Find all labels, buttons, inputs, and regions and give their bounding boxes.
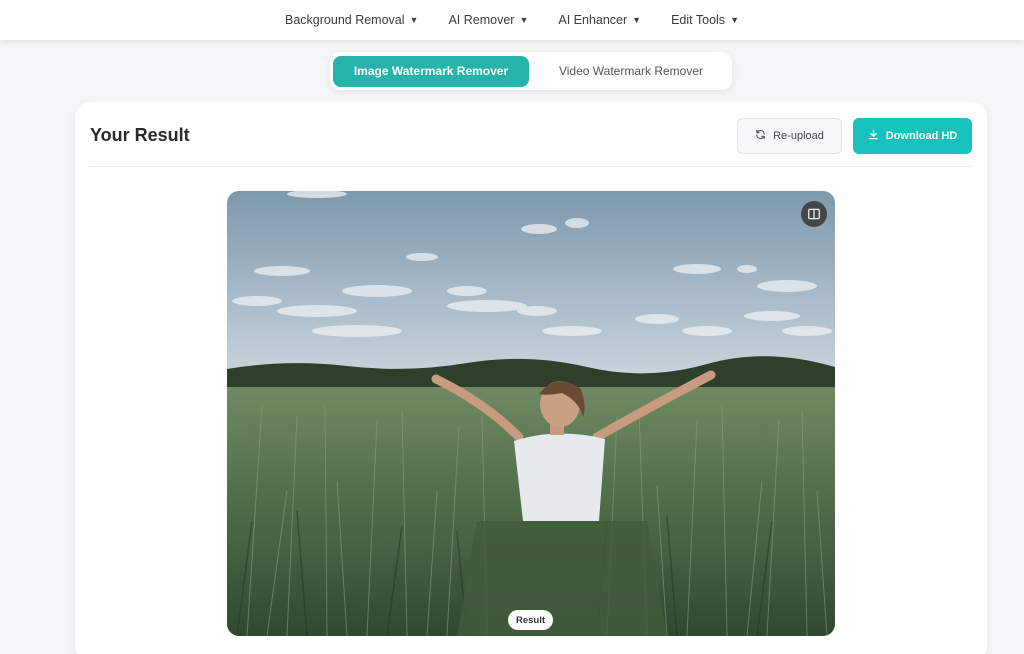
nav-item-label: AI Enhancer: [558, 13, 628, 27]
result-image: Result: [227, 191, 835, 636]
nav-item-label: Edit Tools: [671, 13, 726, 27]
caret-down-icon: ▼: [730, 15, 739, 25]
nav-item-edit-tools[interactable]: Edit Tools ▼: [671, 13, 739, 27]
refresh-icon: [755, 129, 766, 143]
result-title: Your Result: [90, 125, 190, 145]
caret-down-icon: ▼: [519, 15, 529, 25]
download-icon: [868, 129, 879, 143]
result-card: Your Result Re-upload Download HD Result: [75, 102, 987, 654]
result-photo: [227, 191, 835, 636]
compare-toggle-button[interactable]: [801, 201, 827, 227]
download-label: Download HD: [885, 130, 958, 142]
nav-item-label: Background Removal: [285, 13, 405, 27]
caret-down-icon: ▼: [632, 15, 642, 25]
tab-image-watermark-remover[interactable]: Image Watermark Remover: [333, 55, 529, 87]
mode-toggle: Image Watermark Remover Video Watermark …: [330, 52, 732, 90]
nav-item-ai-remover[interactable]: AI Remover ▼: [448, 13, 528, 27]
compare-split-icon: [807, 207, 821, 221]
header-divider: [90, 166, 972, 167]
nav-item-background-removal[interactable]: Background Removal ▼: [285, 13, 418, 27]
reupload-label: Re-upload: [773, 130, 824, 142]
result-badge: Result: [508, 610, 553, 630]
nav-item-ai-enhancer[interactable]: AI Enhancer ▼: [558, 13, 641, 27]
caret-down-icon: ▼: [409, 15, 419, 25]
top-navigation: Background Removal ▼ AI Remover ▼ AI Enh…: [0, 0, 1024, 40]
download-hd-button[interactable]: Download HD: [853, 118, 972, 154]
reupload-button[interactable]: Re-upload: [737, 118, 842, 154]
nav-item-label: AI Remover: [448, 13, 515, 27]
tab-video-watermark-remover[interactable]: Video Watermark Remover: [533, 56, 729, 87]
